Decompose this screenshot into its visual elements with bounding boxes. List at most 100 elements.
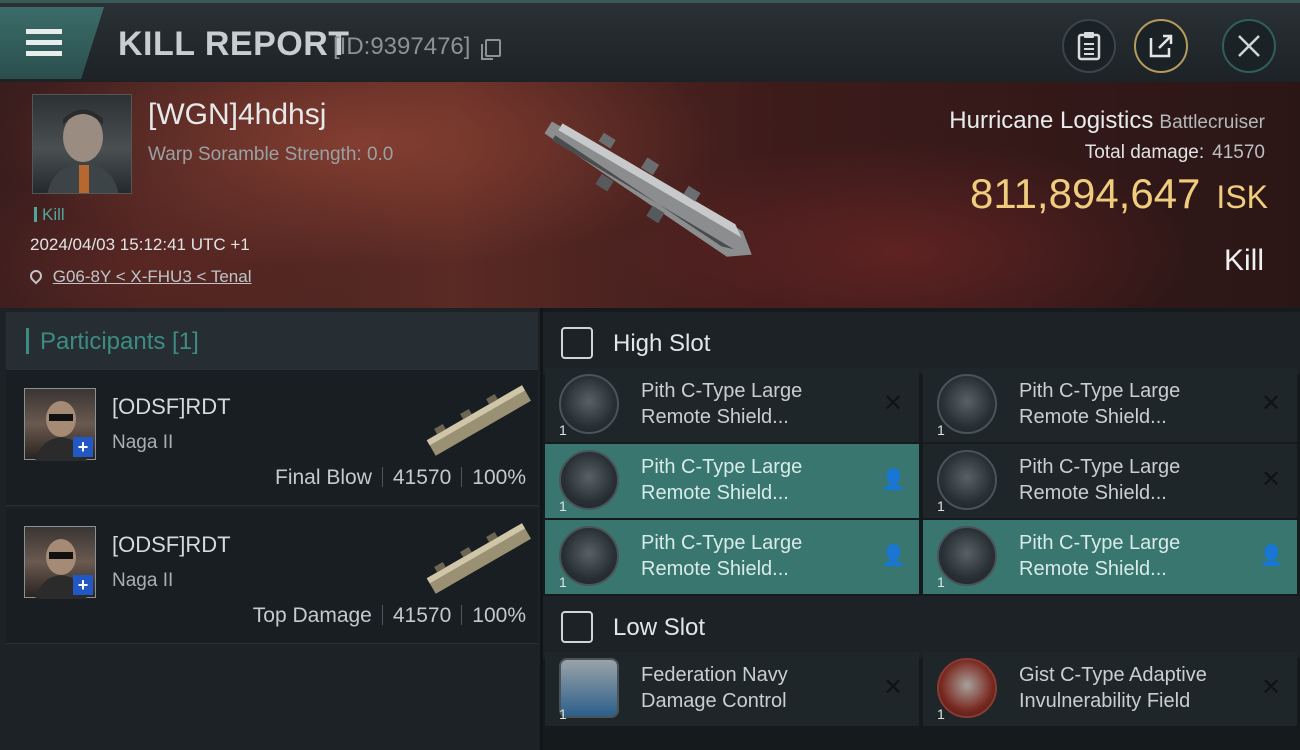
- participant-stats: Final Blow 41570 100%: [275, 466, 526, 490]
- destroyed-x-icon: ✕: [882, 390, 904, 417]
- shield-booster-icon: [559, 450, 619, 510]
- participant-ship-image: [426, 385, 531, 456]
- participant-name[interactable]: [ODSF]RDT: [112, 532, 231, 558]
- hamburger-menu-icon: [26, 29, 62, 59]
- ship-class: Battlecruiser: [1159, 112, 1265, 133]
- close-icon: [1238, 35, 1260, 57]
- module-quantity: 1: [559, 574, 567, 590]
- participant-ship: Naga II: [112, 570, 174, 591]
- module-quantity: 1: [559, 422, 567, 438]
- location-link[interactable]: G06-8Y < X-FHU3 < Tenal: [53, 267, 252, 286]
- destroyed-x-icon: ✕: [1260, 466, 1282, 493]
- module-name: Pith C-Type Large Remote Shield...: [1019, 456, 1181, 504]
- fittings-panel: High Slot 1 Pith C-Type Large Remote Shie…: [543, 308, 1300, 750]
- high-slot-header: High Slot: [543, 312, 1300, 374]
- module-name: Pith C-Type Large Remote Shield...: [1019, 532, 1181, 580]
- participant-damage: 41570: [392, 604, 452, 627]
- dropped-person-icon: 👤: [881, 545, 906, 567]
- victim-ship-name[interactable]: Hurricane Logistics Battlecruiser: [949, 107, 1265, 135]
- warp-scramble-strength: Warp Soramble Strength: 0.0: [148, 144, 394, 165]
- participant-role: Final Blow: [275, 466, 372, 489]
- participant-name[interactable]: [ODSF]RDT: [112, 394, 231, 420]
- module-quantity: 1: [937, 574, 945, 590]
- participant-row[interactable]: + [ODSF]RDT Naga II Final Blow 41570 100%: [6, 370, 538, 506]
- copy-icon[interactable]: [481, 39, 501, 60]
- dropped-person-icon: 👤: [881, 469, 906, 491]
- module-quantity: 1: [937, 422, 945, 438]
- destroyed-x-icon: ✕: [882, 674, 904, 701]
- participant-damage: 41570: [392, 466, 452, 489]
- isk-value: 811,894,647 ISK: [970, 170, 1268, 218]
- module-item[interactable]: 1 Pith C-Type Large Remote Shield... 👤: [545, 444, 919, 518]
- module-name: Pith C-Type Large Remote Shield...: [1019, 380, 1181, 428]
- participant-ship: Naga II: [112, 432, 174, 453]
- shield-booster-icon: [937, 374, 997, 434]
- module-item[interactable]: 1 Pith C-Type Large Remote Shield... ✕: [923, 368, 1297, 442]
- low-slot-title: Low Slot: [613, 614, 706, 641]
- report-id: [ID:9397476]: [333, 33, 471, 60]
- module-name: Gist C-Type Adaptive Invulnerability Fiel…: [1019, 664, 1207, 712]
- page-title: KILL REPORT: [118, 25, 350, 63]
- participant-row[interactable]: + [ODSF]RDT Naga II Top Damage 41570 100%: [6, 508, 538, 644]
- module-name: Federation Navy Damage Control: [641, 664, 788, 712]
- share-icon: [1149, 34, 1173, 58]
- module-item[interactable]: 1 Pith C-Type Large Remote Shield... 👤: [545, 520, 919, 594]
- kill-datetime: 2024/04/03 15:12:41 UTC +1: [30, 235, 250, 254]
- destroyed-x-icon: ✕: [1260, 674, 1282, 701]
- module-item[interactable]: 1 Gist C-Type Adaptive Invulnerability Fi…: [923, 652, 1297, 726]
- header-bar: KILL REPORT [ID:9397476]: [0, 0, 1300, 82]
- total-damage: Total damage: 41570: [1085, 142, 1265, 164]
- participant-percent: 100%: [472, 466, 526, 489]
- module-name: Pith C-Type Large Remote Shield...: [641, 456, 803, 504]
- participant-ship-image: [426, 523, 531, 594]
- victim-pilot-name[interactable]: [WGN]4hdhsj: [148, 98, 326, 132]
- add-contact-icon[interactable]: +: [73, 437, 93, 457]
- shield-booster-icon: [559, 374, 619, 434]
- victim-portrait[interactable]: [32, 94, 132, 194]
- low-slot-header: Low Slot: [543, 596, 1300, 658]
- location-pin-icon: [27, 267, 45, 285]
- participant-stats: Top Damage 41570 100%: [253, 604, 526, 628]
- participant-avatar[interactable]: +: [24, 526, 96, 599]
- module-name: Pith C-Type Large Remote Shield...: [641, 380, 803, 428]
- module-quantity: 1: [937, 706, 945, 722]
- ship-name-text: Hurricane Logistics: [949, 107, 1154, 134]
- share-button[interactable]: [1134, 19, 1188, 73]
- menu-button[interactable]: [0, 7, 104, 79]
- module-item[interactable]: 1 Pith C-Type Large Remote Shield... ✕: [545, 368, 919, 442]
- total-damage-value: 41570: [1212, 142, 1265, 163]
- add-contact-icon[interactable]: +: [73, 575, 93, 595]
- isk-amount: 811,894,647: [969, 170, 1201, 217]
- clipboard-button[interactable]: [1062, 19, 1116, 73]
- high-slot-title: High Slot: [613, 330, 711, 357]
- participant-role: Top Damage: [252, 604, 372, 627]
- shield-booster-icon: [559, 526, 619, 586]
- module-name: Pith C-Type Large Remote Shield...: [641, 532, 803, 580]
- kill-location[interactable]: G06-8Y < X-FHU3 < Tenal: [27, 267, 252, 287]
- total-damage-label: Total damage:: [1084, 142, 1205, 163]
- invulnerability-field-icon: [937, 658, 997, 718]
- module-quantity: 1: [559, 706, 567, 722]
- module-item[interactable]: 1 Pith C-Type Large Remote Shield... 👤: [923, 520, 1297, 594]
- participant-avatar[interactable]: +: [24, 388, 96, 461]
- participants-panel: Participants [1] + [ODSF]RDT Naga II Fin…: [0, 308, 540, 750]
- kill-type-tag: Kill: [34, 205, 65, 225]
- participants-title: Participants [1]: [40, 328, 199, 355]
- module-quantity: 1: [559, 498, 567, 514]
- participant-percent: 100%: [472, 604, 526, 627]
- shield-booster-icon: [937, 526, 997, 586]
- kill-result: Kill: [1223, 244, 1264, 277]
- module-item[interactable]: 1 Pith C-Type Large Remote Shield... ✕: [923, 444, 1297, 518]
- clipboard-icon: [1077, 32, 1101, 61]
- module-quantity: 1: [937, 498, 945, 514]
- low-slot-icon: [561, 611, 593, 643]
- shield-booster-icon: [937, 450, 997, 510]
- close-button[interactable]: [1222, 19, 1276, 73]
- destroyed-x-icon: ✕: [1260, 390, 1282, 417]
- damage-control-icon: [559, 658, 619, 718]
- high-slot-icon: [561, 327, 593, 359]
- participants-header: Participants [1]: [6, 312, 538, 370]
- module-item[interactable]: 1 Federation Navy Damage Control ✕: [545, 652, 919, 726]
- dropped-person-icon: 👤: [1259, 545, 1284, 567]
- victim-ship-image: [544, 121, 752, 257]
